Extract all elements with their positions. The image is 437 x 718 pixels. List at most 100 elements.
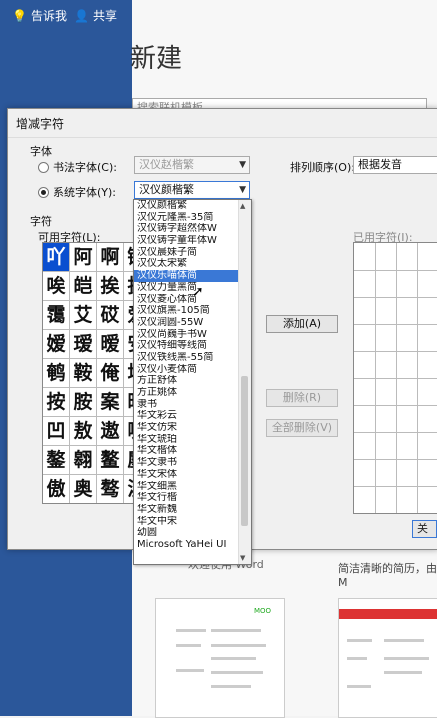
dialog-title: 增减字符 [16, 117, 65, 131]
char-cell[interactable]: 啊 [97, 243, 124, 272]
char-cell[interactable]: 俺 [97, 359, 124, 388]
font-option[interactable]: 华文细黑 [134, 481, 241, 493]
sort-order-label: 排列顺序(O): [290, 161, 355, 174]
scrollbar-thumb[interactable] [241, 376, 248, 526]
char-cell[interactable]: 瑷 [70, 330, 97, 359]
font-option[interactable]: 华文彩云 [134, 410, 241, 422]
tell-me-button[interactable]: 💡 告诉我 [12, 7, 67, 24]
font-option[interactable]: 方正姚体 [134, 387, 241, 399]
delete-button[interactable]: 删除(R) [266, 389, 338, 407]
chars-group-label: 字符 [30, 215, 52, 228]
system-font-radio[interactable]: 系统字体(Y): [38, 184, 116, 200]
char-cell[interactable]: 遨 [97, 417, 124, 446]
sort-order-value: 根据发音 [358, 158, 402, 171]
font-option[interactable]: 华文宋体 [134, 469, 241, 481]
font-option[interactable]: 汉仪力量黑简 [134, 282, 241, 294]
share-button[interactable]: 👤 共享 [74, 7, 117, 24]
char-cell[interactable]: 敖 [70, 417, 97, 446]
font-option[interactable]: 华文中宋 [134, 516, 241, 528]
char-cell[interactable]: 吖 [43, 243, 70, 272]
calligraphy-font-select[interactable]: 汉仪赵楷繁 ▼ [134, 156, 250, 174]
char-cell[interactable]: 按 [43, 388, 70, 417]
font-option[interactable]: 幼圆 [134, 527, 241, 539]
char-cell[interactable]: 唉 [43, 272, 70, 301]
sort-order-select[interactable]: 根据发音 [353, 156, 437, 174]
font-dropdown-list[interactable]: 汉仪颜楷繁 汉仪元隆黑-35简 汉仪铸字超然体W 汉仪铸字童年体W 汉仪晨妹子简 汉仪太宋… [133, 199, 252, 565]
font-option[interactable]: 方正舒体 [134, 375, 241, 387]
font-option[interactable]: 华文新魏 [134, 504, 241, 516]
font-option[interactable]: 汉仪特细等线简 [134, 340, 241, 352]
close-button[interactable]: 关 [412, 520, 437, 538]
grid-line [354, 297, 437, 298]
font-option[interactable]: 隶书 [134, 399, 241, 411]
tell-me-label: 告诉我 [30, 9, 67, 23]
font-option[interactable]: 汉仪铸字超然体W [134, 223, 241, 235]
scroll-up-icon[interactable]: ▲ [240, 202, 245, 210]
font-option[interactable]: 汉仪小麦体简 [134, 364, 241, 376]
delete-all-button[interactable]: 全部删除(V) [266, 419, 338, 437]
chevron-down-icon: ▼ [239, 160, 246, 170]
add-button[interactable]: 添加(A) [266, 315, 338, 333]
grid-line [354, 270, 437, 271]
template-caption-right: 简洁清晰的简历，由 M [338, 562, 437, 589]
font-option[interactable]: 汉仪铸字童年体W [134, 235, 241, 247]
font-option[interactable]: 汉仪铁线黑-55简 [134, 352, 241, 364]
ribbon-top-row: 💡 告诉我 👤 共享 [0, 0, 437, 30]
used-chars-grid[interactable] [353, 242, 437, 514]
mouse-cursor-icon: ➚ [192, 284, 204, 300]
template-thumbnail[interactable] [338, 598, 437, 718]
char-cell[interactable]: 案 [97, 388, 124, 417]
font-option[interactable]: 汉仪太宋繁 [134, 258, 241, 270]
char-cell[interactable]: 霭 [43, 301, 70, 330]
font-group-label: 字体 [30, 145, 52, 158]
char-cell[interactable]: 皑 [70, 272, 97, 301]
calligraphy-font-label: 书法字体(C): [53, 161, 117, 174]
template-thumbnail[interactable]: MOO [155, 598, 285, 718]
char-cell[interactable]: 砹 [97, 301, 124, 330]
char-cell[interactable]: 艾 [70, 301, 97, 330]
char-cell[interactable]: 挨 [97, 272, 124, 301]
font-option[interactable]: 汉仪颜楷繁 [134, 200, 241, 212]
font-option[interactable]: 汉仪尚巍手书W [134, 329, 241, 341]
char-cell[interactable]: 鹌 [43, 359, 70, 388]
grid-line [354, 459, 437, 460]
chevron-down-icon: ▼ [239, 185, 246, 195]
char-cell[interactable]: 骜 [97, 475, 124, 503]
char-cell[interactable]: 鳌 [97, 446, 124, 475]
dropdown-scrollbar[interactable]: ▲ ▼ [238, 200, 251, 564]
char-cell[interactable]: 胺 [70, 388, 97, 417]
font-option[interactable]: 华文隶书 [134, 457, 241, 469]
font-option[interactable]: 汉仪润圆-55W [134, 317, 241, 329]
system-font-value: 汉仪颜楷繁 [139, 183, 194, 196]
radio-indicator [38, 161, 49, 173]
dialog-divider [8, 137, 437, 138]
grid-line [354, 324, 437, 325]
grid-line [354, 486, 437, 487]
system-font-select[interactable]: 汉仪颜楷繁 ▼ [134, 181, 250, 199]
char-cell[interactable]: 鏊 [43, 446, 70, 475]
font-option[interactable]: 华文行楷 [134, 492, 241, 504]
char-cell[interactable]: 奥 [70, 475, 97, 503]
char-cell[interactable]: 凹 [43, 417, 70, 446]
grid-line [354, 405, 437, 406]
char-cell[interactable]: 暧 [97, 330, 124, 359]
font-option[interactable]: 汉仪旗黑-105简 [134, 305, 241, 317]
grid-line [354, 378, 437, 379]
char-cell[interactable]: 翱 [70, 446, 97, 475]
font-option[interactable]: 汉仪菱心体简 [134, 294, 241, 306]
scroll-down-icon[interactable]: ▼ [240, 554, 245, 562]
font-option[interactable]: 华文楷体 [134, 445, 241, 457]
system-font-label: 系统字体(Y): [53, 186, 117, 199]
font-option[interactable]: 汉仪晨妹子简 [134, 247, 241, 259]
calligraphy-font-value: 汉仪赵楷繁 [139, 158, 194, 171]
font-option[interactable]: 华文仿宋 [134, 422, 241, 434]
font-option[interactable]: 汉仪乐喵体简 [134, 270, 241, 282]
font-option[interactable]: 华文琥珀 [134, 434, 241, 446]
calligraphy-font-radio[interactable]: 书法字体(C): [38, 159, 117, 175]
char-cell[interactable]: 嫒 [43, 330, 70, 359]
font-option[interactable]: 汉仪元隆黑-35简 [134, 212, 241, 224]
char-cell[interactable]: 阿 [70, 243, 97, 272]
char-cell[interactable]: 鞍 [70, 359, 97, 388]
font-option[interactable]: Microsoft YaHei UI [134, 539, 241, 551]
char-cell[interactable]: 傲 [43, 475, 70, 503]
